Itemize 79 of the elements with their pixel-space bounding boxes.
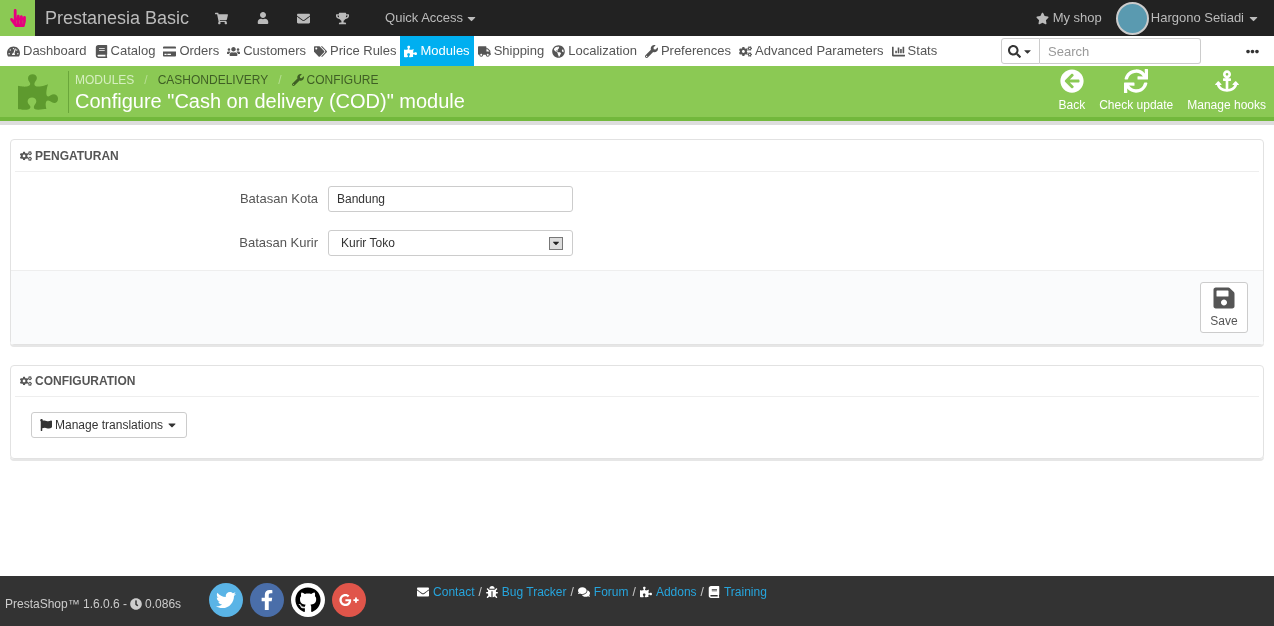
nav-tab[interactable]: Preferences — [640, 36, 735, 66]
menu-toggle-button[interactable] — [0, 0, 35, 36]
save-icon — [1212, 285, 1236, 310]
nav-tab[interactable]: Shipping — [473, 36, 549, 66]
search-scope-dropdown[interactable] — [1001, 38, 1040, 64]
avatar[interactable] — [1115, 1, 1149, 35]
user-menu-dropdown[interactable]: Hargono Setiadi — [1150, 8, 1260, 28]
nav-tab[interactable]: Stats — [887, 36, 942, 66]
gears-icon — [20, 375, 32, 387]
truck-icon — [477, 44, 491, 58]
puzzle-icon — [18, 71, 58, 112]
footer-link[interactable]: Contact — [417, 583, 475, 601]
select-field[interactable]: Kurir Toko — [328, 230, 573, 256]
book-icon — [94, 44, 108, 58]
bug-icon — [485, 586, 498, 598]
wrench-icon — [291, 73, 304, 86]
nav-tab[interactable]: Catalog — [90, 36, 160, 66]
envelope-icon[interactable] — [297, 11, 311, 25]
quick-access-dropdown[interactable]: Quick Access — [385, 8, 479, 28]
version-text: PrestaShop™ 1.6.0.6 - — [5, 596, 128, 613]
breadcrumb-separator: / — [144, 71, 148, 89]
cart-icon[interactable] — [215, 11, 229, 25]
globe-icon — [552, 44, 566, 58]
my-shop-link[interactable]: My shop — [1035, 8, 1102, 28]
search-icon — [1008, 44, 1021, 58]
puzzle-icon — [404, 44, 418, 58]
field-label: Batasan Kurir — [238, 234, 319, 253]
twitter-icon[interactable] — [209, 583, 244, 617]
gears-icon — [20, 149, 32, 162]
wrench-icon — [644, 44, 658, 58]
book-icon — [707, 586, 720, 598]
star-icon — [1035, 11, 1049, 25]
link-separator: / — [700, 584, 704, 601]
nav-tab[interactable]: Price Rules — [310, 36, 401, 66]
envelope-icon — [417, 586, 430, 598]
search-field[interactable]: Search — [1040, 38, 1201, 64]
panel-title: CONFIGURATION — [35, 373, 136, 390]
nav-tab[interactable]: Orders — [159, 36, 224, 66]
breadcrumb-item: CONFIGURE — [291, 70, 379, 89]
refresh-icon — [1124, 69, 1149, 93]
link-separator: / — [570, 584, 574, 601]
field-label: Batasan Kota — [238, 190, 319, 209]
footer-link[interactable]: Addons — [639, 583, 697, 601]
card-icon — [163, 44, 177, 58]
footer-link[interactable]: Bug Tracker — [485, 583, 567, 601]
bar-chart-icon — [891, 44, 905, 58]
puzzle-icon — [639, 586, 652, 598]
google-plus-icon[interactable] — [332, 583, 367, 617]
gears-icon — [739, 44, 752, 58]
github-icon[interactable] — [291, 583, 326, 617]
hand-pointer-icon — [8, 9, 27, 27]
save-button[interactable]: Save — [1200, 282, 1248, 333]
footer-link[interactable]: Forum — [577, 583, 629, 601]
clock-icon — [130, 598, 143, 610]
tags-icon — [314, 44, 327, 58]
facebook-icon[interactable] — [250, 583, 285, 617]
page-title: Configure "Cash on delivery (COD)" module — [75, 88, 465, 113]
link-separator: / — [478, 584, 482, 601]
manage-translations-button[interactable]: Manage translations — [31, 412, 188, 438]
footer-link[interactable]: Training — [707, 583, 767, 601]
breadcrumb-separator: / — [278, 71, 282, 89]
brand-name[interactable]: Prestanesia Basic — [45, 4, 190, 32]
nav-tab[interactable]: Advanced Parameters — [735, 36, 888, 66]
back-arrow-icon — [1059, 69, 1084, 93]
load-time: 0.086s — [145, 596, 182, 613]
input-field[interactable]: Bandung — [328, 186, 573, 212]
trophy-icon[interactable] — [336, 11, 350, 25]
panel-title: PENGATURAN — [35, 147, 119, 165]
dashboard-icon — [7, 44, 20, 58]
anchor-icon — [1214, 69, 1239, 93]
breadcrumb-item[interactable]: CASHONDELIVERY — [157, 70, 269, 89]
nav-tab[interactable]: Dashboard — [3, 36, 91, 66]
nav-tab[interactable]: Customers — [223, 36, 310, 66]
users-icon — [227, 44, 241, 58]
flag-icon — [40, 419, 52, 431]
link-separator: / — [632, 584, 636, 601]
user-icon[interactable] — [257, 12, 270, 24]
nav-tab[interactable]: Localization — [548, 36, 641, 66]
comments-icon — [577, 586, 590, 598]
